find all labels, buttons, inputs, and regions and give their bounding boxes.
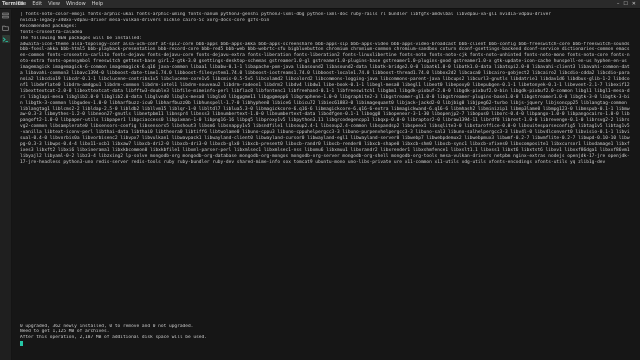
- title-bar: Termius File Edit View Window Help – ☐ ✕: [0, 0, 640, 9]
- sidebar: [0, 9, 12, 360]
- menu-view[interactable]: View: [48, 1, 60, 7]
- terminal-cursor: [20, 341, 23, 347]
- menu-help[interactable]: Help: [92, 1, 103, 7]
- prompt-line[interactable]: [20, 341, 632, 348]
- close-button[interactable]: ✕: [632, 1, 636, 7]
- maximize-button[interactable]: ☐: [623, 1, 627, 7]
- app-name: Termius: [2, 1, 25, 7]
- menu-file[interactable]: File: [18, 1, 26, 7]
- minimize-button[interactable]: –: [617, 1, 620, 7]
- terminal-icon[interactable]: [1, 35, 10, 43]
- package-list: adwaita-icon-theme alsa-topology-conf al…: [20, 41, 630, 165]
- menu-bar: File Edit View Window Help: [18, 1, 103, 7]
- terminal-output[interactable]: | fonts-noto-color-emoji fonts-arphic-uk…: [12, 9, 640, 360]
- window-controls: – ☐ ✕: [617, 1, 636, 7]
- menu-window[interactable]: Window: [66, 1, 86, 7]
- menu-edit[interactable]: Edit: [32, 1, 42, 7]
- hosts-icon[interactable]: [2, 11, 10, 19]
- sftp-icon[interactable]: [2, 23, 10, 31]
